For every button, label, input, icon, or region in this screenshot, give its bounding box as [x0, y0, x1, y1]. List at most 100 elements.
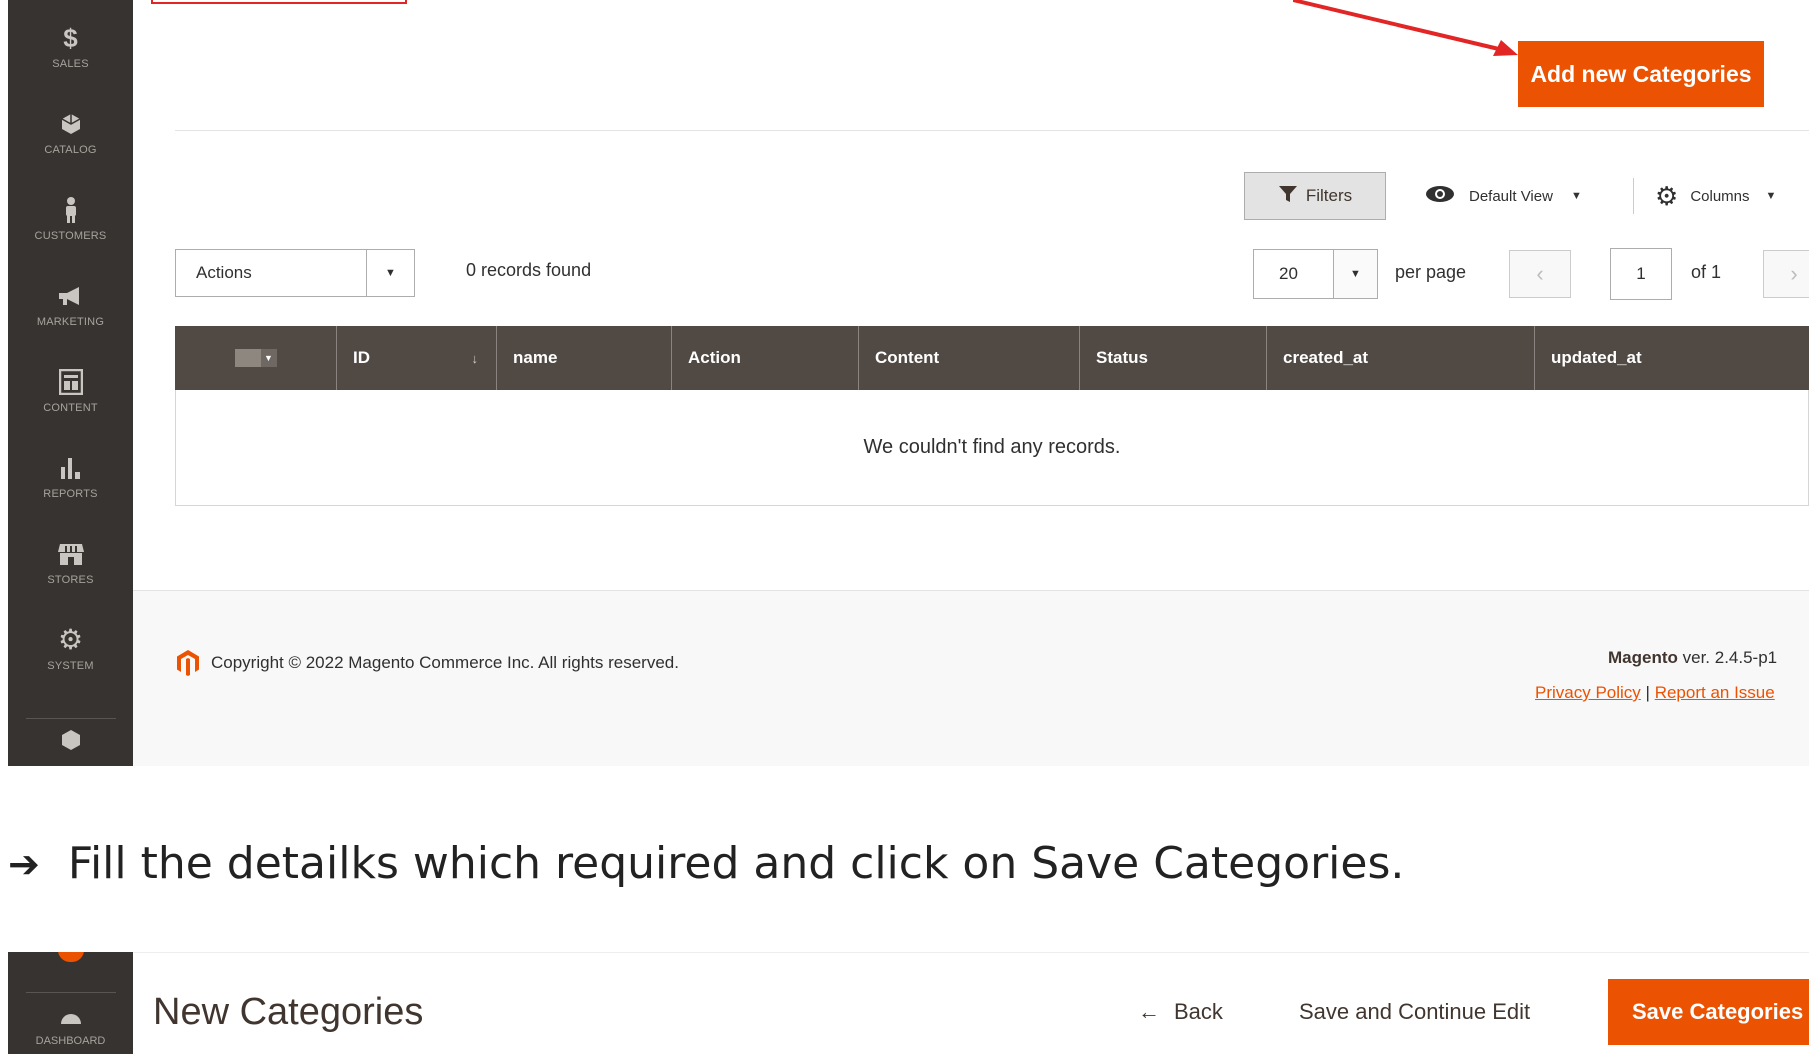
header-divider [175, 130, 1809, 131]
column-header-status[interactable]: Status [1080, 326, 1267, 390]
report-issue-link[interactable]: Report an Issue [1655, 683, 1775, 702]
sidebar-item-customers[interactable]: CUSTOMERS [8, 176, 133, 262]
column-header-created-at[interactable]: created_at [1267, 326, 1535, 390]
columns-dropdown[interactable]: ⚙ Columns ▼ [1655, 176, 1776, 216]
toolbar-divider [1633, 178, 1634, 214]
dollar-icon: $ [63, 23, 78, 53]
per-page-label: per page [1395, 262, 1467, 282]
filters-button[interactable]: Filters [1244, 172, 1386, 220]
instruction-step: ➔ Fill the detailks which required and c… [8, 838, 1404, 889]
empty-grid-message: We couldn't find any records. [863, 436, 1121, 458]
previous-page-button[interactable]: ‹ [1509, 250, 1571, 298]
copyright-text: Copyright © 2022 Magento Commerce Inc. A… [211, 653, 679, 672]
total-pages-label: of 1 [1691, 262, 1722, 282]
chevron-down-icon: ▼ [1765, 190, 1777, 202]
column-header-name[interactable]: name [497, 326, 672, 390]
privacy-policy-link[interactable]: Privacy Policy [1535, 683, 1641, 702]
admin-grid-screenshot: $ SALES CATALOG CUSTOMERS MARKETING CONT… [8, 0, 1809, 766]
sidebar-divider [26, 992, 116, 993]
storefront-icon [57, 540, 85, 568]
sidebar-item-system[interactable]: ⚙ SYSTEM [8, 606, 133, 692]
column-header-action[interactable]: Action [672, 326, 859, 390]
mass-select-header[interactable]: ▼ [175, 326, 337, 390]
person-icon [57, 196, 85, 224]
chevron-left-icon: ‹ [1536, 261, 1544, 286]
dashboard-icon [59, 1008, 83, 1031]
actions-select-value: Actions [196, 263, 252, 282]
column-header-label: created_at [1283, 348, 1369, 367]
chevron-down-icon: ▼ [1333, 250, 1377, 298]
grid-empty-body: We couldn't find any records. [175, 390, 1809, 506]
sidebar-item-label: MARKETING [36, 316, 105, 328]
brand-name: Magento [1608, 648, 1678, 667]
sidebar-item-dashboard[interactable]: DASHBOARD [8, 1008, 133, 1047]
footer-copyright: Copyright © 2022 Magento Commerce Inc. A… [175, 648, 679, 678]
chevron-down-icon: ▼ [366, 250, 414, 296]
mass-select-checkbox[interactable]: ▼ [234, 349, 277, 367]
sidebar-item-stores[interactable]: STORES [8, 520, 133, 606]
cube-icon [57, 726, 85, 754]
page-title: New Categories [153, 991, 424, 1033]
arrow-left-icon: ← [1138, 999, 1160, 1024]
layout-icon [57, 368, 85, 396]
sidebar-item-reports[interactable]: REPORTS [8, 434, 133, 520]
column-header-label: Status [1096, 348, 1148, 367]
chevron-right-icon: › [1790, 261, 1798, 286]
sidebar-item-label: SYSTEM [47, 660, 94, 672]
column-header-content[interactable]: Content [859, 326, 1080, 390]
footer-version: Magento ver. 2.4.5-p1 [1608, 648, 1777, 668]
next-page-button[interactable]: › [1763, 250, 1809, 298]
save-categories-button[interactable]: Save Categories [1608, 979, 1809, 1045]
megaphone-icon [57, 282, 85, 310]
instruction-text: Fill the detailks which required and cli… [67, 838, 1405, 889]
sidebar-item-label: CONTENT [43, 402, 98, 414]
column-header-label: ID [353, 348, 370, 367]
page-number-input[interactable]: 1 [1610, 248, 1672, 300]
gear-icon: ⚙ [57, 624, 84, 655]
mass-actions-select[interactable]: Actions ▼ [175, 249, 415, 297]
sidebar-item-label: CATALOG [44, 144, 97, 156]
gear-icon: ⚙ [1655, 180, 1679, 211]
arrow-right-icon: ➔ [8, 841, 40, 886]
default-view-dropdown[interactable]: Default View ▼ [1425, 176, 1582, 216]
funnel-icon [1278, 185, 1298, 208]
footer-links: Privacy Policy | Report an Issue [1535, 683, 1775, 703]
sidebar-item-marketing[interactable]: MARKETING [8, 262, 133, 348]
admin-footer [133, 590, 1809, 766]
new-category-screenshot: DASHBOARD New Categories ← Back Save and… [8, 952, 1809, 1054]
per-page-value: 20 [1279, 264, 1298, 283]
per-page-select[interactable]: 20 ▼ [1253, 249, 1378, 299]
records-count: 0 records found [466, 260, 592, 280]
chevron-down-icon: ▼ [1570, 190, 1582, 202]
sidebar-item-partners[interactable] [8, 720, 133, 760]
columns-label: Columns [1690, 187, 1750, 205]
sidebar-item-sales[interactable]: $ SALES [8, 4, 133, 90]
cube-icon [57, 110, 85, 138]
default-view-label: Default View [1469, 187, 1553, 205]
grid-page-content: Add new Categories Filters Default View … [133, 0, 1809, 766]
magento-logo-icon [175, 648, 201, 678]
annotation-arrow [1293, 0, 1518, 56]
admin-sidebar: DASHBOARD [8, 952, 133, 1054]
sidebar-item-label: SALES [52, 58, 89, 70]
sort-arrow-icon: ↓ [471, 350, 479, 366]
sidebar-item-label: DASHBOARD [35, 1035, 106, 1047]
sidebar-item-content[interactable]: CONTENT [8, 348, 133, 434]
column-header-label: Content [875, 348, 940, 367]
column-header-id[interactable]: ID ↓ [337, 326, 497, 390]
admin-sidebar: $ SALES CATALOG CUSTOMERS MARKETING CONT… [8, 0, 133, 766]
sidebar-item-label: REPORTS [43, 488, 98, 500]
version-text: ver. 2.4.5-p1 [1682, 648, 1778, 667]
chevron-down-icon: ▼ [260, 349, 277, 367]
filters-label: Filters [1305, 186, 1353, 205]
magento-logo-icon [58, 952, 84, 962]
save-and-continue-button[interactable]: Save and Continue Edit [1299, 999, 1530, 1025]
column-header-updated-at[interactable]: updated_at [1535, 326, 1809, 390]
bar-chart-icon [57, 454, 85, 482]
back-label: Back [1174, 999, 1223, 1024]
sidebar-item-catalog[interactable]: CATALOG [8, 90, 133, 176]
add-new-categories-button[interactable]: Add new Categories [1518, 41, 1764, 107]
back-button[interactable]: ← Back [1138, 999, 1223, 1025]
eye-icon [1425, 185, 1455, 207]
sidebar-divider [26, 718, 116, 719]
